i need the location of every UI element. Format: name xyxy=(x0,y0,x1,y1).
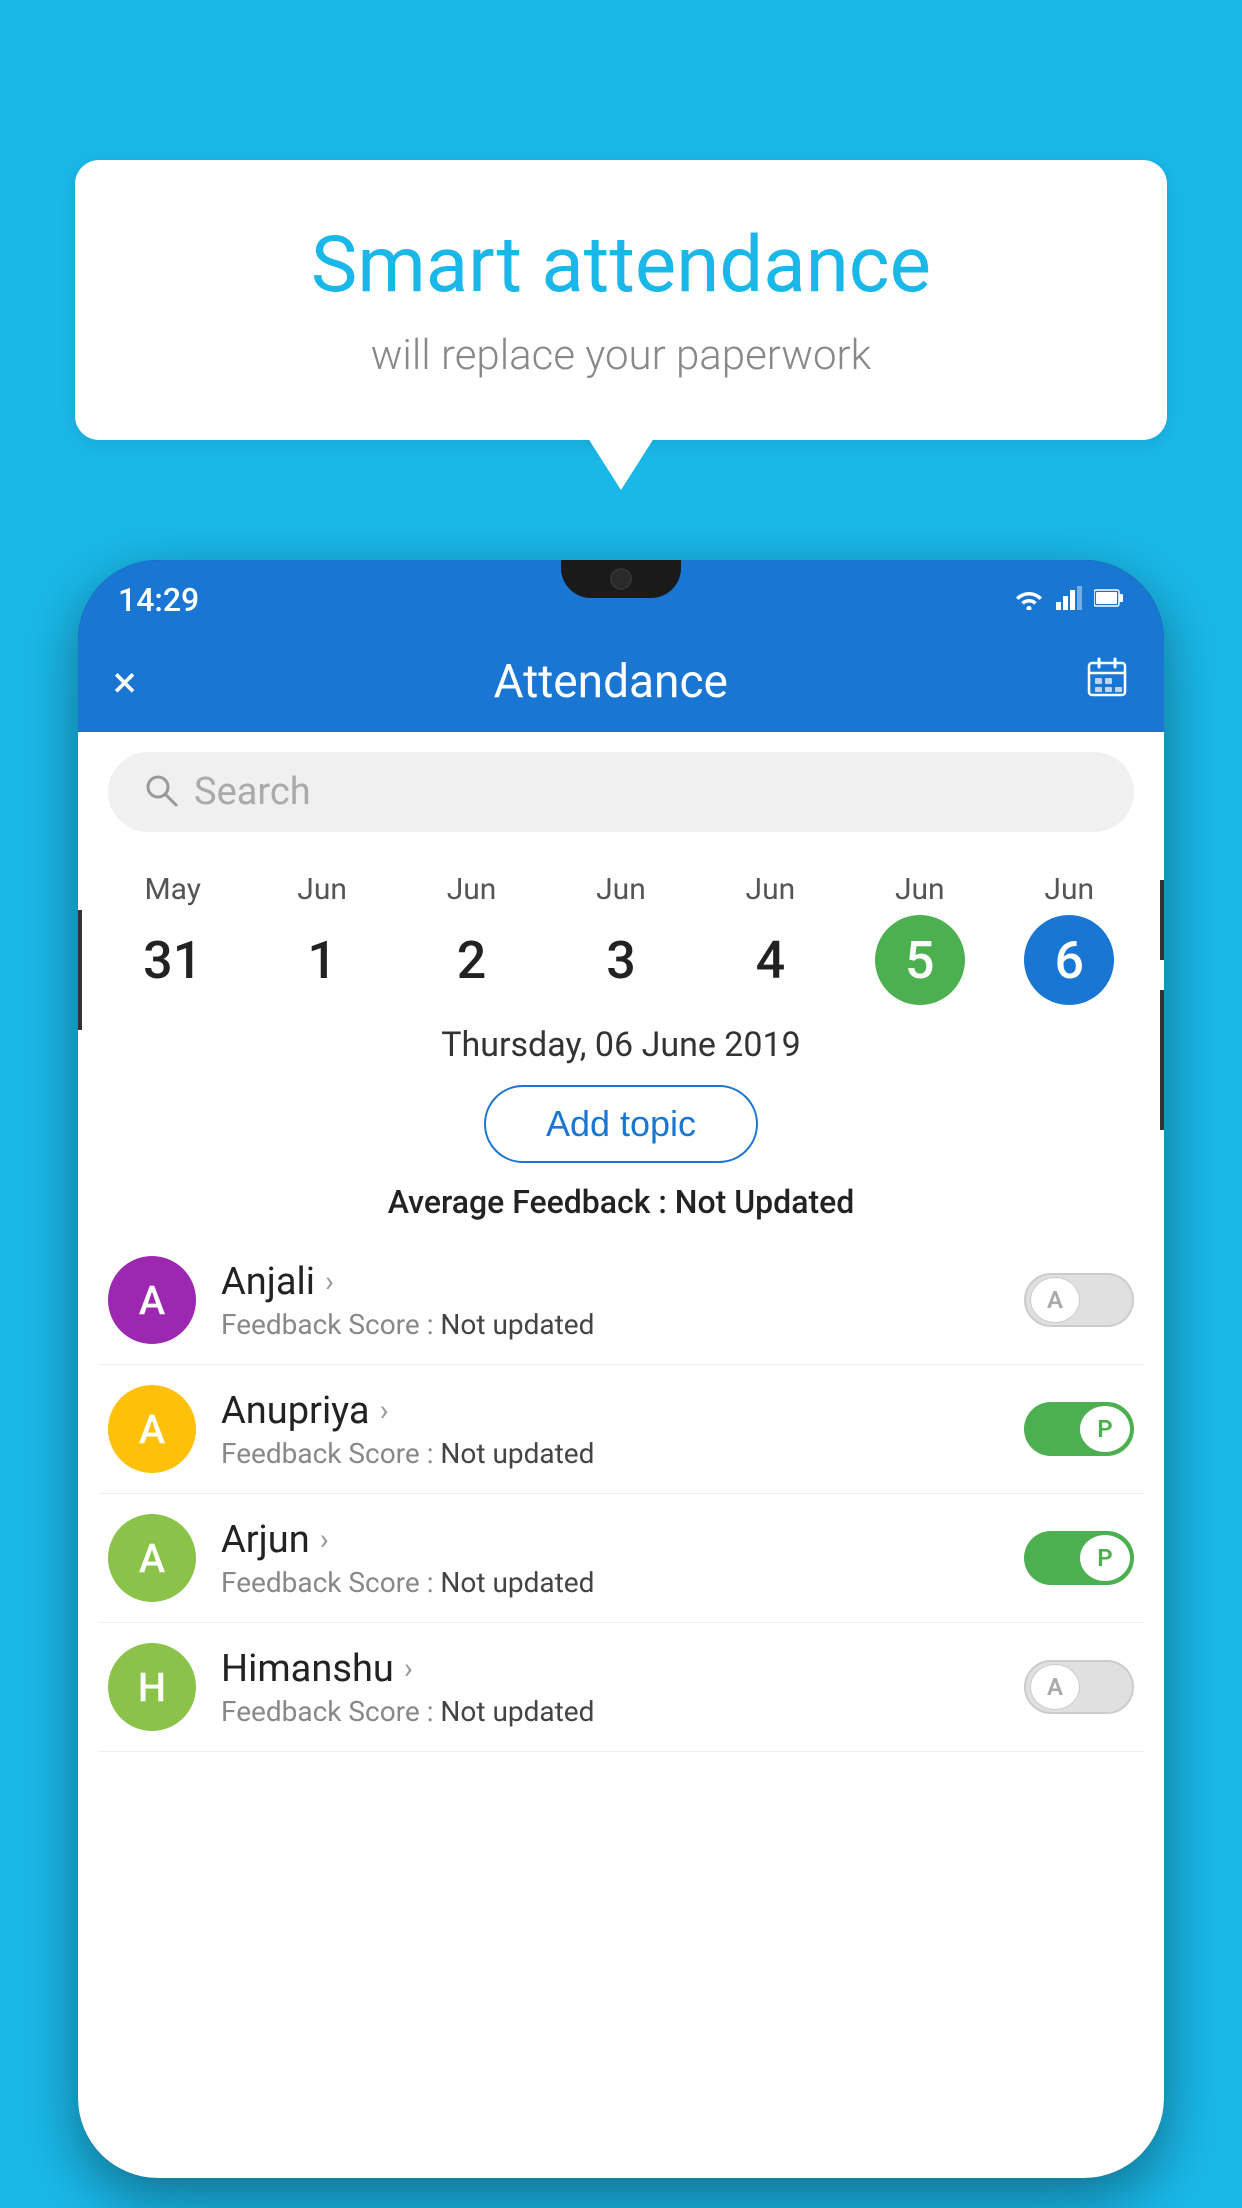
phone-volume-btn xyxy=(78,910,82,1030)
cal-month-label: Jun xyxy=(596,872,646,907)
student-item[interactable]: A Arjun › Feedback Score : Not updated P xyxy=(98,1494,1144,1623)
phone-side-btn xyxy=(1160,880,1164,960)
status-time: 14:29 xyxy=(118,581,199,619)
cal-date-num: 31 xyxy=(128,915,218,1005)
cal-date-num: 2 xyxy=(427,915,517,1005)
attendance-toggle[interactable]: P xyxy=(1024,1531,1134,1585)
calendar-day-3[interactable]: Jun 3 xyxy=(566,872,676,1005)
cal-date-num: 5 xyxy=(875,915,965,1005)
student-feedback-score: Feedback Score : Not updated xyxy=(221,1308,999,1341)
avg-feedback-label: Average Feedback : xyxy=(388,1183,667,1221)
wifi-icon xyxy=(1014,586,1044,614)
calendar-icon[interactable] xyxy=(1085,655,1129,709)
phone-container: 14:29 xyxy=(78,560,1164,2178)
toggle-thumb: P xyxy=(1080,1406,1130,1452)
student-name: Anupriya › xyxy=(221,1389,999,1433)
calendar-day-6[interactable]: Jun 6 xyxy=(1014,872,1124,1005)
toggle-thumb: P xyxy=(1080,1535,1130,1581)
add-topic-button[interactable]: Add topic xyxy=(484,1085,758,1163)
student-avatar: A xyxy=(108,1385,196,1473)
search-bar[interactable]: Search xyxy=(108,752,1134,832)
student-item[interactable]: H Himanshu › Feedback Score : Not updated A xyxy=(98,1623,1144,1752)
selected-date-label: Thursday, 06 June 2019 xyxy=(78,1005,1164,1075)
attendance-toggle-container: P xyxy=(1024,1531,1134,1585)
student-item[interactable]: A Anjali › Feedback Score : Not updated A xyxy=(98,1236,1144,1365)
toggle-thumb: A xyxy=(1030,1277,1080,1323)
attendance-toggle[interactable]: A xyxy=(1024,1660,1134,1714)
student-name: Himanshu › xyxy=(221,1647,999,1691)
cal-month-label: Jun xyxy=(1044,872,1094,907)
battery-icon xyxy=(1094,589,1124,611)
attendance-toggle[interactable]: A xyxy=(1024,1273,1134,1327)
speech-bubble-container: Smart attendance will replace your paper… xyxy=(75,160,1167,440)
student-info: Arjun › Feedback Score : Not updated xyxy=(221,1518,999,1599)
speech-bubble-subtitle: will replace your paperwork xyxy=(125,331,1117,380)
phone-notch xyxy=(561,560,681,598)
avg-feedback-value: Not Updated xyxy=(675,1183,855,1221)
search-bar-container: Search xyxy=(78,732,1164,852)
calendar-day-2[interactable]: Jun 2 xyxy=(417,872,527,1005)
speech-bubble-title: Smart attendance xyxy=(125,220,1117,311)
search-input[interactable]: Search xyxy=(194,770,311,814)
cal-date-num: 6 xyxy=(1024,915,1114,1005)
student-avatar: H xyxy=(108,1643,196,1731)
cal-date-num: 3 xyxy=(576,915,666,1005)
calendar-day-4[interactable]: Jun 4 xyxy=(715,872,825,1005)
cal-month-label: May xyxy=(144,872,200,907)
close-button[interactable]: × xyxy=(113,656,136,708)
attendance-toggle-container: P xyxy=(1024,1402,1134,1456)
phone-screen: Search May 31 Jun 1 Jun 2 Jun 3 Jun 4 Jun 5 Jun 6 Thu… xyxy=(78,732,1164,2178)
app-header: × Attendance xyxy=(78,632,1164,732)
calendar-day-31[interactable]: May 31 xyxy=(118,872,228,1005)
attendance-toggle-container: A xyxy=(1024,1273,1134,1327)
avg-feedback: Average Feedback : Not Updated xyxy=(78,1173,1164,1236)
student-feedback-score: Feedback Score : Not updated xyxy=(221,1566,999,1599)
student-list: AAnjali ›Feedback Score : Not updatedAAA… xyxy=(78,1236,1164,1752)
app-title: Attendance xyxy=(494,655,728,709)
student-avatar: A xyxy=(108,1514,196,1602)
student-name: Arjun › xyxy=(221,1518,999,1562)
camera-dot xyxy=(610,568,632,590)
status-icons xyxy=(1014,586,1124,614)
student-feedback-score: Feedback Score : Not updated xyxy=(221,1437,999,1470)
speech-bubble: Smart attendance will replace your paper… xyxy=(75,160,1167,440)
add-topic-container: Add topic xyxy=(78,1075,1164,1173)
cal-month-label: Jun xyxy=(746,872,796,907)
cal-month-label: Jun xyxy=(895,872,945,907)
student-info: Himanshu › Feedback Score : Not updated xyxy=(221,1647,999,1728)
attendance-toggle-container: A xyxy=(1024,1660,1134,1714)
toggle-thumb: A xyxy=(1030,1664,1080,1710)
student-name: Anjali › xyxy=(221,1260,999,1304)
phone-frame: 14:29 xyxy=(78,560,1164,2178)
search-icon xyxy=(143,772,179,812)
calendar-row: May 31 Jun 1 Jun 2 Jun 3 Jun 4 Jun 5 Jun 6 xyxy=(78,852,1164,1005)
student-avatar: A xyxy=(108,1256,196,1344)
student-info: Anupriya › Feedback Score : Not updated xyxy=(221,1389,999,1470)
phone-side-btn-2 xyxy=(1160,990,1164,1130)
calendar-day-5[interactable]: Jun 5 xyxy=(865,872,975,1005)
student-feedback-score: Feedback Score : Not updated xyxy=(221,1695,999,1728)
cal-month-label: Jun xyxy=(297,872,347,907)
attendance-toggle[interactable]: P xyxy=(1024,1402,1134,1456)
student-info: Anjali › Feedback Score : Not updated xyxy=(221,1260,999,1341)
signal-icon xyxy=(1056,586,1082,614)
student-item[interactable]: A Anupriya › Feedback Score : Not updated P xyxy=(98,1365,1144,1494)
cal-month-label: Jun xyxy=(447,872,497,907)
calendar-day-1[interactable]: Jun 1 xyxy=(267,872,377,1005)
cal-date-num: 1 xyxy=(277,915,367,1005)
cal-date-num: 4 xyxy=(725,915,815,1005)
